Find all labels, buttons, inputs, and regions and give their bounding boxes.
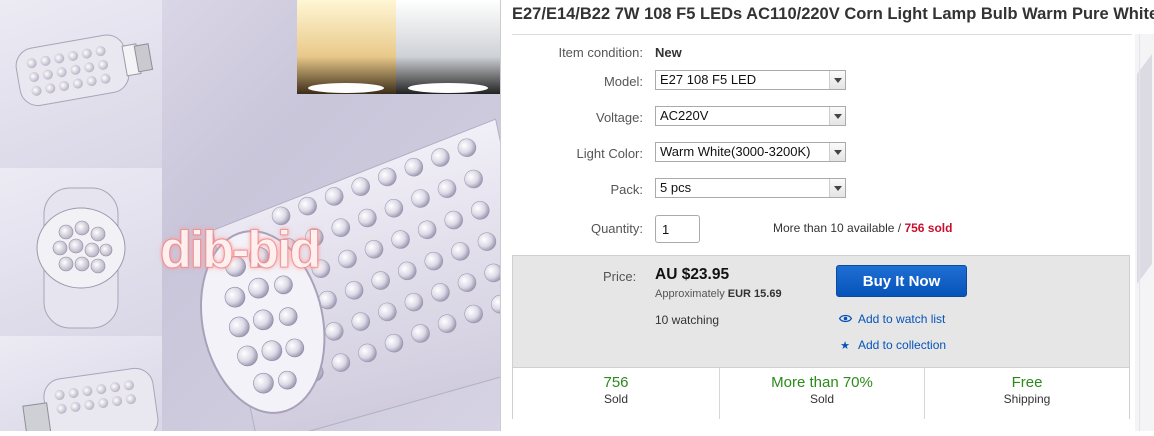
quantity-label: Quantity: [590, 221, 643, 236]
watch-list-label[interactable]: Add to watch list [858, 312, 945, 326]
light-color-select-value: Warm White(3000-3200K) [660, 144, 811, 159]
voltage-label: Voltage: [596, 110, 643, 125]
pack-label: Pack: [610, 182, 643, 197]
sales-stats: 756 Sold More than 70% Sold Free Shippin… [513, 367, 1129, 419]
stat-caption: Sold [603, 392, 629, 406]
add-to-collection-link[interactable]: ★ Add to collection [838, 338, 946, 352]
stat-sold-percent: More than 70% Sold [720, 368, 924, 419]
thumbnail-strip [0, 0, 162, 431]
voltage-select-value: AC220V [660, 108, 709, 123]
light-color-label: Light Color: [576, 146, 643, 161]
eye-icon [838, 314, 852, 326]
pack-select-value: 5 pcs [660, 180, 692, 195]
thumbnail-angle-view[interactable] [0, 336, 162, 431]
chevron-down-icon[interactable] [829, 107, 845, 125]
stat-shipping: Free Shipping [925, 368, 1129, 419]
listing-title: E27/E14/B22 7W 108 F5 LEDs AC110/220V Co… [512, 5, 1154, 23]
sold-count-link[interactable]: 756 sold [904, 221, 952, 235]
stat-value: More than 70% [771, 374, 873, 391]
chevron-down-icon[interactable] [829, 71, 845, 89]
panel-divider [500, 0, 501, 431]
stat-caption: Shipping [1003, 392, 1051, 406]
model-select-value: E27 108 F5 LED [660, 72, 757, 87]
availability-separator: / [894, 221, 905, 235]
voltage-select[interactable]: AC220V [655, 106, 846, 126]
thumbnail-front-view[interactable] [0, 168, 162, 337]
quantity-input[interactable]: 1 [655, 215, 700, 243]
main-product-image[interactable] [162, 0, 500, 431]
model-label: Model: [603, 74, 643, 89]
buy-it-now-button[interactable]: Buy It Now [836, 265, 967, 297]
stat-value: Free [1011, 374, 1043, 391]
chevron-down-icon[interactable] [829, 179, 845, 197]
product-gallery: dib-bid [0, 0, 500, 431]
stat-sold-count: 756 Sold [513, 368, 719, 419]
add-to-watch-list-link[interactable]: Add to watch list [838, 312, 945, 326]
star-icon: ★ [840, 340, 850, 352]
availability-text: More than 10 available / 756 sold [773, 221, 952, 235]
side-image-strip [1135, 34, 1154, 431]
buy-box: Price: AU $23.95 Approximately EUR 15.69… [512, 255, 1130, 419]
approx-value: EUR 15.69 [727, 288, 782, 300]
condition-label: Item condition: [558, 45, 643, 60]
approximate-price: Approximately EUR 15.69 [655, 288, 782, 300]
price-value: AU $23.95 [655, 266, 730, 283]
condition-value: New [655, 45, 682, 60]
collection-label[interactable]: Add to collection [858, 338, 946, 352]
model-select[interactable]: E27 108 F5 LED [655, 70, 846, 90]
stat-value: 756 [603, 374, 629, 391]
price-label: Price: [603, 269, 637, 284]
watching-count: 10 watching [655, 313, 720, 327]
available-count: More than 10 available [773, 221, 895, 235]
light-color-select[interactable]: Warm White(3000-3200K) [655, 142, 846, 162]
thumbnail-side-view[interactable] [0, 0, 162, 169]
chevron-down-icon[interactable] [829, 143, 845, 161]
stat-caption: Sold [809, 392, 835, 406]
approx-prefix: Approximately [655, 288, 725, 300]
item-details: Item condition: New Model: E27 108 F5 LE… [512, 34, 1132, 255]
pack-select[interactable]: 5 pcs [655, 178, 846, 198]
watermark-logo: dib-bid [159, 221, 321, 280]
